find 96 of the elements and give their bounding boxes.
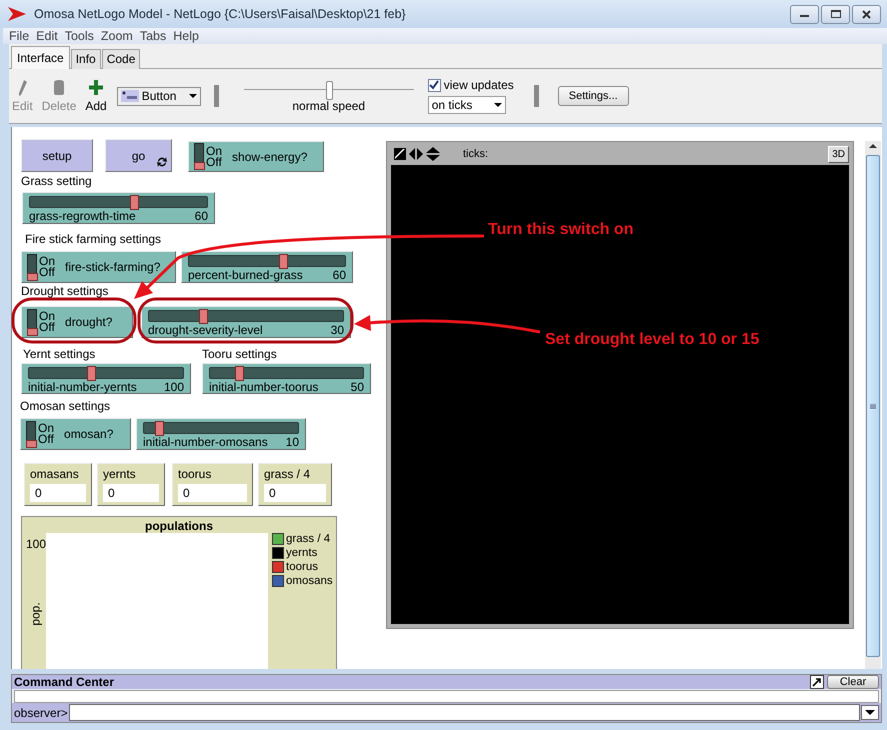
caret-icon — [494, 103, 502, 107]
slider-thumb[interactable] — [155, 421, 164, 436]
menu-item[interactable]: Tools — [64, 29, 94, 43]
slider-thumb[interactable] — [86, 366, 96, 381]
legend-label: yernts — [286, 547, 318, 559]
model-button[interactable]: go — [105, 139, 172, 172]
maximize-icon — [830, 10, 840, 18]
close-button[interactable] — [852, 4, 881, 24]
expand-icon[interactable] — [810, 675, 824, 689]
monitor-value: 0 — [103, 484, 159, 502]
monitor-value: 0 — [30, 484, 86, 502]
slider-value: 60 — [194, 210, 208, 223]
plus-icon — [88, 79, 104, 97]
slider-label: percent-burned-grass — [188, 269, 303, 282]
monitor-value: 0 — [264, 484, 326, 502]
history-dropdown[interactable] — [861, 705, 879, 720]
widget-type-dropdown[interactable]: Button — [116, 86, 201, 106]
close-icon — [862, 10, 871, 18]
annotation-text: Turn this switch on — [488, 221, 634, 239]
tab[interactable]: Info — [70, 49, 101, 69]
section-label: Yernt settings — [23, 347, 96, 361]
clear-button[interactable]: Clear — [827, 675, 879, 689]
window-title: Omosa NetLogo Model - NetLogo {C:\Users\Faisal\Desktop\21 feb} — [34, 7, 407, 21]
view-updates-checkbox[interactable] — [428, 78, 441, 92]
minimize-button[interactable] — [790, 4, 819, 24]
speed-label: normal speed — [292, 99, 366, 113]
ticks-label: ticks: — [463, 148, 488, 160]
slider-thumb[interactable] — [130, 195, 140, 210]
annotation-text: Set drought level to 10 or 15 — [545, 331, 760, 349]
slider-track[interactable] — [143, 422, 299, 434]
section-label: Fire stick farming settings — [25, 232, 162, 246]
slider-thumb[interactable] — [199, 309, 208, 324]
menu-item[interactable]: Help — [173, 29, 199, 43]
monitor-label: grass / 4 — [264, 467, 312, 481]
legend-label: grass / 4 — [286, 533, 330, 545]
slider-track[interactable] — [148, 310, 344, 322]
section-label: Tooru settings — [202, 347, 277, 361]
y-axis-label: pop. — [28, 602, 43, 626]
slider-value: 30 — [330, 324, 344, 337]
slider-label: grass-regrowth-time — [29, 210, 136, 223]
scroll-up-icon[interactable] — [869, 144, 877, 149]
slider-track[interactable] — [209, 367, 364, 379]
y-axis-max: 100 — [26, 537, 46, 551]
grip-icon — [870, 404, 876, 408]
slider-label: drought-severity-level — [148, 324, 263, 337]
button-widget-icon — [120, 90, 139, 102]
monitor-label: omasans — [30, 467, 80, 481]
horizontal-arrows-icon[interactable] — [409, 148, 423, 160]
monitor-label: toorus — [178, 467, 212, 481]
settings-button[interactable]: Settings... — [558, 86, 629, 106]
slider-label: initial-number-omosans — [143, 436, 268, 449]
observer-prompt: observer> — [14, 706, 68, 720]
update-mode-dropdown[interactable]: on ticks — [428, 96, 506, 114]
slider-thumb[interactable] — [278, 254, 288, 269]
slider-value: 60 — [332, 269, 346, 282]
scrollbar[interactable] — [865, 141, 881, 669]
slider-value: 50 — [350, 381, 364, 394]
section-label: Drought settings — [21, 284, 108, 298]
resize-icon[interactable] — [394, 148, 406, 160]
menu-item[interactable]: File — [9, 29, 30, 43]
maximize-button[interactable] — [821, 4, 850, 24]
slider-track[interactable] — [29, 196, 208, 208]
tab[interactable]: Interface — [11, 46, 70, 69]
pencil-icon — [16, 79, 28, 97]
slider-track[interactable] — [188, 255, 346, 267]
3d-button[interactable]: 3D — [828, 146, 849, 162]
slider-value: 10 — [286, 436, 299, 449]
toolbar-separator — [534, 85, 539, 107]
monitor-label: yernts — [103, 467, 137, 481]
slider-label: initial-number-yernts — [28, 381, 137, 394]
checkbox-label: view updates — [444, 78, 514, 92]
toolbar-separator — [214, 85, 219, 107]
plot-title: populations — [144, 519, 214, 533]
vertical-arrows-icon[interactable] — [426, 147, 440, 161]
command-input-field[interactable] — [68, 704, 860, 721]
command-center-header: Command Center Clear — [12, 674, 881, 689]
slider-thumb[interactable] — [235, 366, 244, 381]
app-logo-icon — [8, 7, 26, 21]
toolbar-button[interactable]: Add — [85, 99, 107, 113]
tab[interactable]: Code — [102, 49, 140, 69]
caret-icon — [865, 710, 875, 715]
section-label: Omosan settings — [20, 399, 110, 413]
slider-track[interactable] — [28, 367, 184, 379]
model-button[interactable]: setup — [21, 139, 93, 172]
section-label: Grass setting — [21, 174, 92, 188]
legend-label: toorus — [286, 561, 318, 573]
slider-value: 100 — [164, 381, 184, 394]
monitor-value: 0 — [178, 484, 247, 502]
slider-label: initial-number-toorus — [209, 381, 318, 394]
menu-item[interactable]: Edit — [36, 29, 58, 43]
trash-can-icon — [53, 79, 66, 97]
legend-label: omosans — [286, 575, 333, 587]
menu-item[interactable]: Zoom — [100, 29, 133, 43]
speed-slider[interactable] — [244, 79, 414, 99]
caret-icon — [188, 94, 197, 98]
menu-item[interactable]: Tabs — [140, 29, 166, 43]
